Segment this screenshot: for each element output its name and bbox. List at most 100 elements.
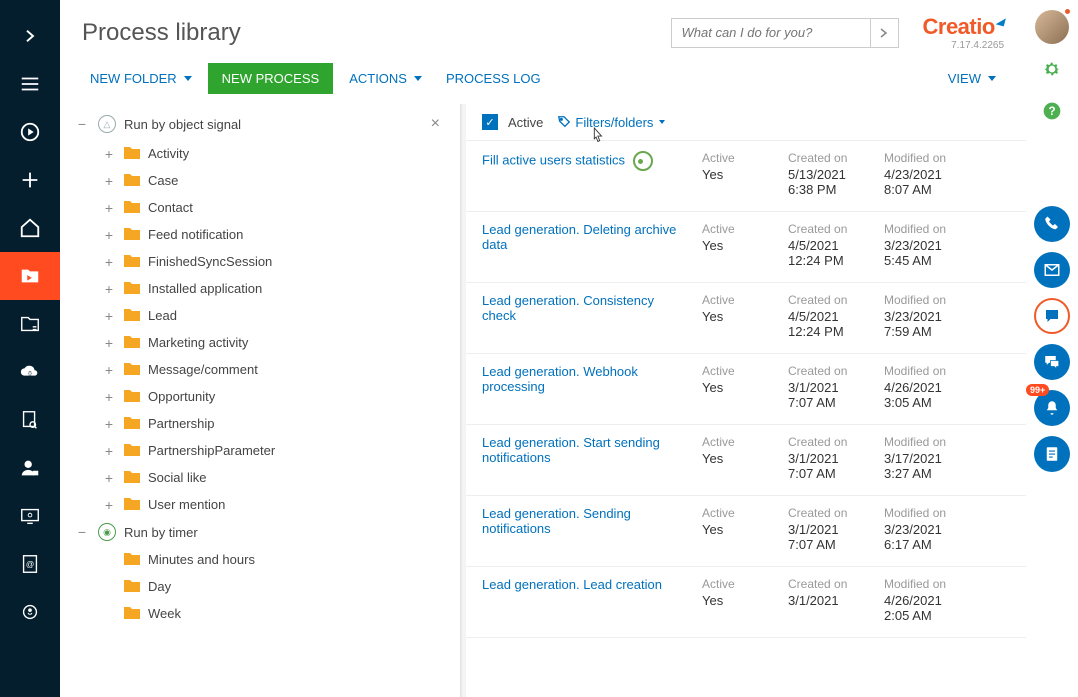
record-title-link[interactable]: Lead generation. Sending notifications bbox=[482, 506, 631, 536]
tree-item[interactable]: +Case bbox=[96, 167, 452, 194]
new-process-button[interactable]: NEW PROCESS bbox=[208, 63, 334, 94]
nav-monitor-gear[interactable] bbox=[0, 492, 60, 540]
record-row[interactable]: Lead generation. Sending notifications Ac… bbox=[466, 496, 1026, 567]
global-search[interactable] bbox=[671, 18, 899, 48]
expand-icon[interactable]: + bbox=[102, 308, 116, 324]
col-val-active: Yes bbox=[702, 167, 774, 182]
tree-item[interactable]: +Minutes and hours bbox=[96, 546, 452, 573]
tree-item[interactable]: +Week bbox=[96, 600, 452, 627]
tree-item[interactable]: +Partnership bbox=[96, 410, 452, 437]
search-input[interactable] bbox=[672, 25, 870, 40]
avatar[interactable] bbox=[1035, 10, 1069, 44]
chat-button[interactable] bbox=[1034, 298, 1070, 334]
close-icon[interactable]: × bbox=[425, 113, 446, 135]
record-title-link[interactable]: Lead generation. Lead creation bbox=[482, 577, 662, 592]
nav-process-log[interactable] bbox=[0, 300, 60, 348]
tree-group-header[interactable]: −△Run by object signal× bbox=[68, 108, 452, 140]
tree-item[interactable]: +Feed notification bbox=[96, 221, 452, 248]
record-title-link[interactable]: Lead generation. Consistency check bbox=[482, 293, 654, 323]
filters-folders-button[interactable]: Filters/folders bbox=[557, 115, 665, 130]
tree-item[interactable]: + Opportunity bbox=[96, 383, 452, 410]
expand-icon[interactable]: + bbox=[102, 497, 116, 513]
process-log-button[interactable]: PROCESS LOG bbox=[438, 65, 549, 92]
expand-icon[interactable]: + bbox=[102, 281, 116, 297]
tree-item[interactable]: +Marketing activity bbox=[96, 329, 452, 356]
record-title-link[interactable]: Lead generation. Deleting archive data bbox=[482, 222, 676, 252]
settings-gear-icon[interactable] bbox=[1035, 52, 1069, 86]
expand-icon[interactable]: + bbox=[102, 146, 116, 162]
nav-add[interactable] bbox=[0, 156, 60, 204]
nav-menu[interactable] bbox=[0, 60, 60, 108]
notifications-button[interactable]: 99+ bbox=[1034, 390, 1070, 426]
record-title-link[interactable]: Lead generation. Webhook processing bbox=[482, 364, 638, 394]
col-val-created: 3/1/20217:07 AM bbox=[788, 380, 870, 410]
tree-item[interactable]: +Activity bbox=[96, 140, 452, 167]
nav-at-doc[interactable]: @ bbox=[0, 540, 60, 588]
tasks-button[interactable] bbox=[1034, 436, 1070, 472]
expand-icon[interactable]: + bbox=[102, 254, 116, 270]
tree-item-label: Lead bbox=[148, 308, 177, 323]
col-val-active: Yes bbox=[702, 522, 774, 537]
search-go-button[interactable] bbox=[870, 19, 898, 47]
record-row[interactable]: Lead generation. Deleting archive dataAc… bbox=[466, 212, 1026, 283]
col-label-created: Created on bbox=[788, 435, 870, 449]
nav-process-library[interactable] bbox=[0, 252, 60, 300]
nav-search-doc[interactable] bbox=[0, 396, 60, 444]
tree-group-header[interactable]: −◉Run by timer bbox=[68, 518, 452, 546]
tree-item[interactable]: +Social like bbox=[96, 464, 452, 491]
record-row[interactable]: Lead generation. Start sending notificat… bbox=[466, 425, 1026, 496]
record-row[interactable]: Lead generation. Lead creationActiveYesC… bbox=[466, 567, 1026, 638]
records-panel: ✓ Active Filters/folders Fill active use… bbox=[466, 104, 1026, 697]
col-label-active: Active bbox=[702, 293, 774, 307]
nav-cloud[interactable]: {} bbox=[0, 348, 60, 396]
record-row[interactable]: Lead generation. Webhook processingActiv… bbox=[466, 354, 1026, 425]
expand-icon[interactable]: + bbox=[102, 227, 116, 243]
help-icon[interactable]: ? bbox=[1035, 94, 1069, 128]
tree-item-label: Opportunity bbox=[148, 389, 215, 404]
folder-icon bbox=[124, 334, 140, 351]
expand-icon[interactable]: + bbox=[102, 335, 116, 351]
expand-icon[interactable]: + bbox=[102, 173, 116, 189]
new-folder-button[interactable]: NEW FOLDER bbox=[82, 65, 200, 92]
nav-home[interactable] bbox=[0, 204, 60, 252]
tree-item[interactable]: +Contact bbox=[96, 194, 452, 221]
expand-icon[interactable]: + bbox=[102, 389, 116, 405]
collapse-icon[interactable]: − bbox=[74, 524, 90, 540]
tree-item[interactable]: +FinishedSyncSession bbox=[96, 248, 452, 275]
record-row[interactable]: Fill active users statistics ActiveYesCr… bbox=[466, 141, 1026, 212]
nav-brain[interactable] bbox=[0, 588, 60, 636]
col-label-created: Created on bbox=[788, 577, 870, 591]
nav-expand[interactable] bbox=[0, 12, 60, 60]
col-label-created: Created on bbox=[788, 364, 870, 378]
expand-icon[interactable]: + bbox=[102, 362, 116, 378]
col-label-created: Created on bbox=[788, 222, 870, 236]
record-row[interactable]: Lead generation. Consistency check Active… bbox=[466, 283, 1026, 354]
col-val-active: Yes bbox=[702, 238, 774, 253]
record-title-link[interactable]: Lead generation. Start sending notificat… bbox=[482, 435, 660, 465]
nav-user-lock[interactable] bbox=[0, 444, 60, 492]
collapse-icon[interactable]: − bbox=[74, 116, 90, 132]
tree-item[interactable]: +Day bbox=[96, 573, 452, 600]
view-button[interactable]: VIEW bbox=[940, 65, 1004, 92]
active-checkbox[interactable]: ✓ bbox=[482, 114, 498, 130]
tree-item[interactable]: +User mention bbox=[96, 491, 452, 518]
phone-button[interactable] bbox=[1034, 206, 1070, 242]
svg-text:?: ? bbox=[1048, 105, 1055, 118]
nav-play[interactable] bbox=[0, 108, 60, 156]
expand-icon[interactable]: + bbox=[102, 416, 116, 432]
feed-button[interactable] bbox=[1034, 344, 1070, 380]
tree-item[interactable]: +Message/comment bbox=[96, 356, 452, 383]
actions-button[interactable]: ACTIONS bbox=[341, 65, 430, 92]
folder-icon bbox=[124, 578, 140, 595]
mail-button[interactable] bbox=[1034, 252, 1070, 288]
col-label-active: Active bbox=[702, 506, 774, 520]
tree-item-label: Minutes and hours bbox=[148, 552, 255, 567]
tree-item[interactable]: +Installed application bbox=[96, 275, 452, 302]
record-title-link[interactable]: Fill active users statistics bbox=[482, 152, 625, 167]
expand-icon[interactable]: + bbox=[102, 443, 116, 459]
expand-icon[interactable]: + bbox=[102, 470, 116, 486]
tree-group-label: Run by timer bbox=[124, 525, 198, 540]
expand-icon[interactable]: + bbox=[102, 200, 116, 216]
tree-item[interactable]: + Lead bbox=[96, 302, 452, 329]
tree-item[interactable]: +PartnershipParameter bbox=[96, 437, 452, 464]
